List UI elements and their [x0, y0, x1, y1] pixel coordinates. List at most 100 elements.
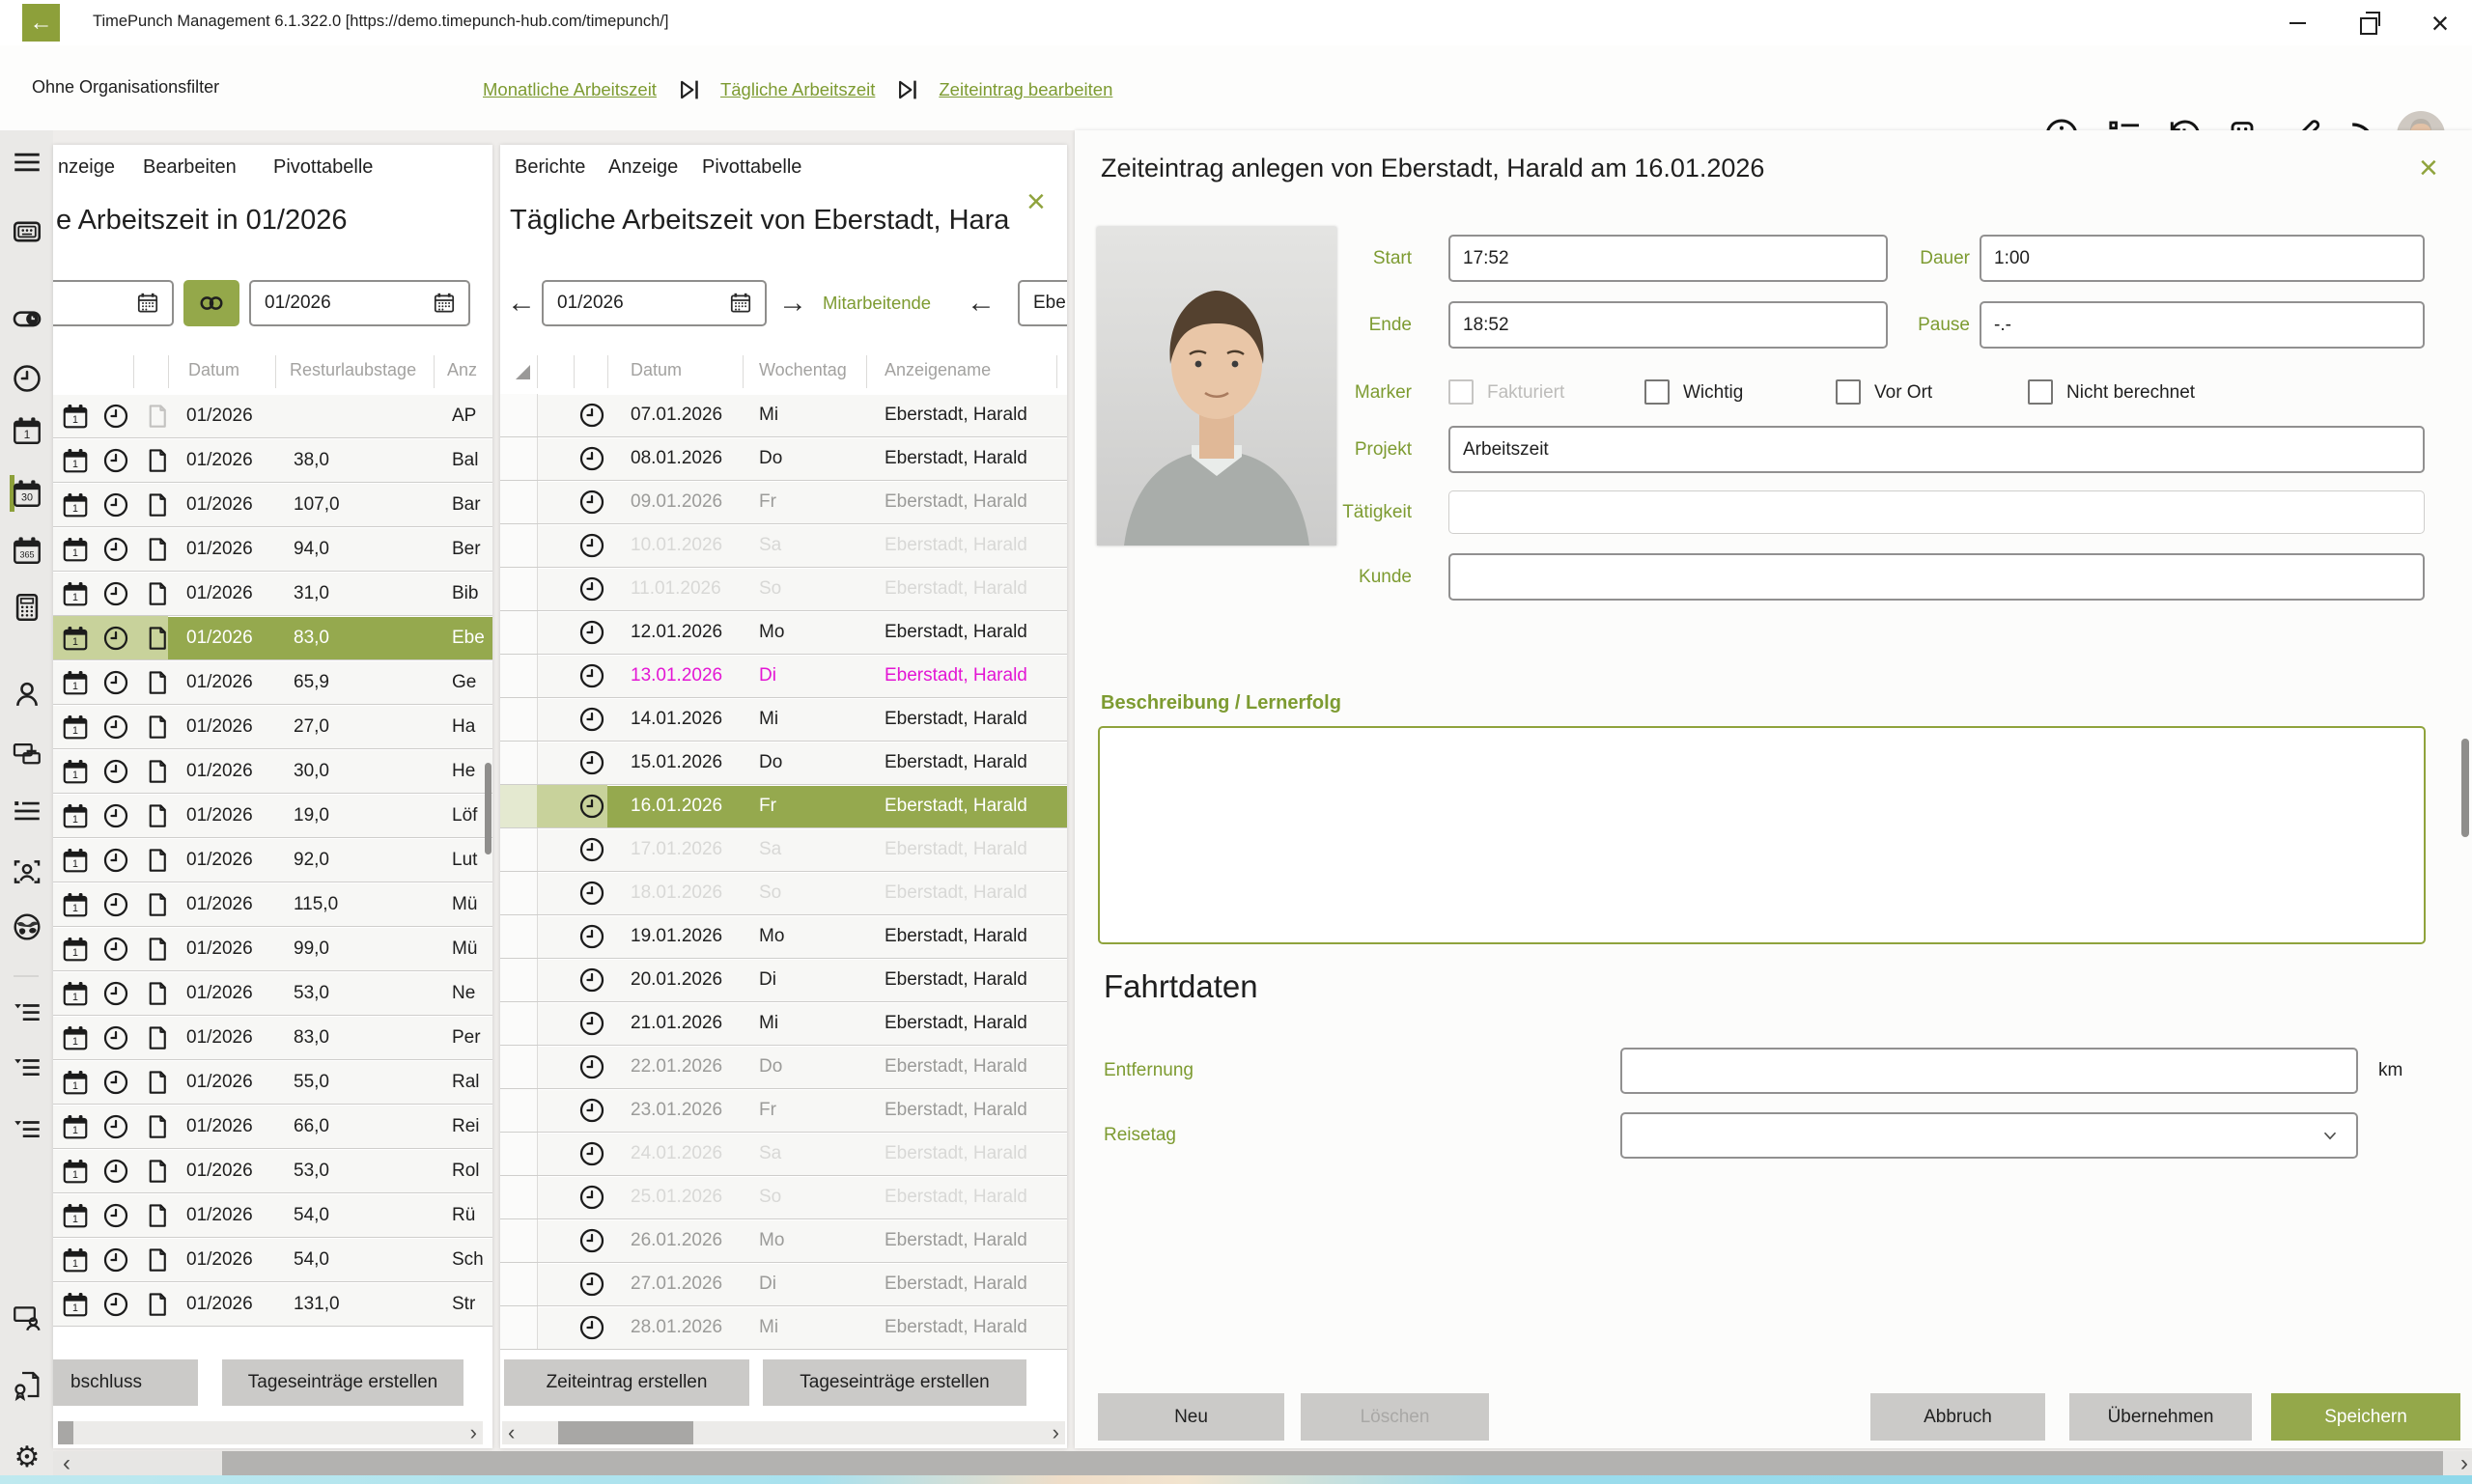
- sidebar-item-calendar-month[interactable]: [11, 477, 43, 510]
- form-close-button[interactable]: ×: [2419, 152, 2438, 184]
- sidebar-item-gear[interactable]: ⚙: [11, 1442, 43, 1474]
- sidebar-item-certificate[interactable]: [11, 1368, 43, 1401]
- scroll-left-arrow[interactable]: ‹: [508, 1421, 515, 1444]
- projekt-input[interactable]: Arbeitszeit: [1448, 426, 2425, 473]
- monthly-table-row[interactable]: 01/202683,0Ebe: [53, 616, 492, 660]
- zeiteintrag-erstellen-button[interactable]: Zeiteintrag erstellen: [504, 1359, 749, 1406]
- tab-berichte[interactable]: Berichte: [515, 156, 585, 179]
- speichern-button[interactable]: Speichern: [2271, 1393, 2460, 1441]
- monthly-table-row[interactable]: 01/202653,0Ne: [53, 971, 492, 1016]
- close-button[interactable]: ×: [2422, 5, 2458, 42]
- daily-table-row[interactable]: 27.01.2026DiEberstadt, Harald: [500, 1263, 1067, 1306]
- monthly-table-row[interactable]: 01/202627,0Ha: [53, 705, 492, 749]
- daily-table-row[interactable]: 23.01.2026FrEberstadt, Harald: [500, 1089, 1067, 1133]
- monthly-table-row[interactable]: 01/2026107,0Bar: [53, 483, 492, 527]
- taetigkeit-input[interactable]: [1448, 490, 2425, 534]
- daily-table-row[interactable]: 10.01.2026SaEberstadt, Harald: [500, 524, 1067, 568]
- monthly-table-row[interactable]: 01/202694,0Ber: [53, 527, 492, 572]
- monthly-table-row[interactable]: 01/202666,0Rei: [53, 1105, 492, 1149]
- scrollbar-thumb[interactable]: [222, 1451, 2443, 1475]
- daily-table-row[interactable]: 22.01.2026DoEberstadt, Harald: [500, 1046, 1067, 1089]
- scroll-right-arrow[interactable]: ›: [2460, 1451, 2468, 1475]
- sidebar-item-person-scan[interactable]: [11, 855, 43, 888]
- daily-table-row[interactable]: 07.01.2026MiEberstadt, Harald: [500, 394, 1067, 437]
- month-picker-left[interactable]: [53, 280, 174, 326]
- panel1-horizontal-scrollbar[interactable]: ›: [58, 1421, 483, 1444]
- column-header-anzeigename[interactable]: Anz: [447, 360, 477, 380]
- sidebar-item-menu[interactable]: [11, 146, 43, 179]
- checkbox-nicht-berechnet[interactable]: [2028, 379, 2053, 405]
- tageseintraege-erstellen-button[interactable]: Tageseinträge erstellen: [763, 1359, 1026, 1406]
- daily-table-row[interactable]: 16.01.2026FrEberstadt, Harald: [500, 785, 1067, 828]
- monthly-table-row[interactable]: 01/202654,0Sch: [53, 1238, 492, 1282]
- neu-button[interactable]: Neu: [1098, 1393, 1284, 1441]
- scroll-right-arrow[interactable]: ›: [1053, 1421, 1059, 1444]
- panel1-vertical-scrollbar[interactable]: [485, 763, 492, 854]
- column-header-datum[interactable]: Datum: [188, 360, 239, 380]
- sidebar-item-person[interactable]: [11, 678, 43, 711]
- checkbox-vor-ort[interactable]: [1836, 379, 1861, 405]
- sidebar-item-globe[interactable]: [11, 910, 43, 943]
- monthly-table-row[interactable]: 01/202692,0Lut: [53, 838, 492, 882]
- window-horizontal-scrollbar[interactable]: ‹ ›: [53, 1451, 2472, 1475]
- tab-pivottabelle[interactable]: Pivottabelle: [273, 156, 373, 179]
- monthly-table-row[interactable]: 01/202665,9Ge: [53, 660, 492, 705]
- tageseintraege-erstellen-button[interactable]: Tageseinträge erstellen: [222, 1359, 464, 1406]
- pause-input[interactable]: -.-: [1980, 301, 2425, 349]
- monthly-table-row[interactable]: 01/2026115,0Mü: [53, 882, 492, 927]
- kunde-input[interactable]: [1448, 553, 2425, 601]
- daily-table-row[interactable]: 24.01.2026SaEberstadt, Harald: [500, 1133, 1067, 1176]
- entfernung-input[interactable]: [1620, 1048, 2358, 1094]
- scrollbar-thumb[interactable]: [558, 1421, 693, 1444]
- back-button[interactable]: ←: [22, 4, 60, 42]
- monatsabschluss-button[interactable]: bschluss: [53, 1359, 198, 1406]
- sidebar-item-bullet-list[interactable]: [11, 795, 43, 827]
- daily-table-row[interactable]: 13.01.2026DiEberstadt, Harald: [500, 655, 1067, 698]
- monthly-table-row[interactable]: 01/202654,0Rü: [53, 1193, 492, 1238]
- sidebar-item-filter-list[interactable]: [11, 1114, 43, 1147]
- form-vertical-scrollbar[interactable]: [2461, 739, 2469, 837]
- daily-table-row[interactable]: 12.01.2026MoEberstadt, Harald: [500, 611, 1067, 655]
- uebernehmen-button[interactable]: Übernehmen: [2069, 1393, 2252, 1441]
- beschreibung-textarea[interactable]: [1098, 726, 2426, 944]
- daily-table-row[interactable]: 26.01.2026MoEberstadt, Harald: [500, 1219, 1067, 1263]
- sidebar-item-presentation-person[interactable]: [11, 1302, 43, 1334]
- daily-table-row[interactable]: 20.01.2026DiEberstadt, Harald: [500, 959, 1067, 1002]
- sidebar-item-clock[interactable]: [11, 362, 43, 395]
- previous-month-arrow[interactable]: ←: [507, 280, 536, 326]
- monthly-table-row[interactable]: 01/202683,0Per: [53, 1016, 492, 1060]
- monthly-table-row[interactable]: 01/202631,0Bib: [53, 572, 492, 616]
- scroll-right-arrow[interactable]: ›: [470, 1421, 477, 1444]
- sort-indicator[interactable]: [516, 365, 530, 379]
- dauer-input[interactable]: 1:00: [1980, 235, 2425, 282]
- monthly-table-row[interactable]: 01/202699,0Mü: [53, 927, 492, 971]
- month-picker[interactable]: 01/2026: [542, 280, 767, 326]
- abbruch-button[interactable]: Abbruch: [1870, 1393, 2045, 1441]
- monthly-table-row[interactable]: 01/202638,0Bal: [53, 438, 492, 483]
- daily-table-row[interactable]: 17.01.2026SaEberstadt, Harald: [500, 828, 1067, 872]
- column-header-anzeigename[interactable]: Anzeigename: [885, 360, 991, 380]
- sidebar-item-punch-card[interactable]: [11, 215, 43, 248]
- monthly-table-row[interactable]: 01/202655,0Ral: [53, 1060, 492, 1105]
- daily-table-row[interactable]: 25.01.2026SoEberstadt, Harald: [500, 1176, 1067, 1219]
- breadcrumb-link[interactable]: Tägliche Arbeitszeit: [720, 79, 875, 100]
- panel2-horizontal-scrollbar[interactable]: ‹ ›: [502, 1421, 1065, 1444]
- daily-table-row[interactable]: 08.01.2026DoEberstadt, Harald: [500, 437, 1067, 481]
- minimize-button[interactable]: [2279, 5, 2316, 42]
- monthly-table-row[interactable]: 01/2026AP: [53, 394, 492, 438]
- sidebar-item-workstation[interactable]: [11, 738, 43, 770]
- column-header-resturlaubstage[interactable]: Resturlaubstage: [290, 360, 416, 380]
- sidebar-item-calculator[interactable]: [11, 591, 43, 624]
- daily-table-row[interactable]: 18.01.2026SoEberstadt, Harald: [500, 872, 1067, 915]
- tab-pivottabelle[interactable]: Pivottabelle: [702, 156, 801, 179]
- column-header-wochentag[interactable]: Wochentag: [759, 360, 847, 380]
- monthly-table-row[interactable]: 01/202653,0Rol: [53, 1149, 492, 1193]
- employee-picker[interactable]: Eber: [1018, 280, 1067, 326]
- scroll-left-arrow[interactable]: ‹: [63, 1451, 70, 1475]
- scrollbar-thumb[interactable]: [58, 1421, 73, 1444]
- monthly-table-row[interactable]: 01/2026131,0Str: [53, 1282, 492, 1327]
- column-header-datum[interactable]: Datum: [631, 360, 682, 380]
- sidebar-item-calendar-day[interactable]: [11, 414, 43, 447]
- daily-table-row[interactable]: 14.01.2026MiEberstadt, Harald: [500, 698, 1067, 742]
- previous-employee-arrow[interactable]: ←: [967, 280, 996, 326]
